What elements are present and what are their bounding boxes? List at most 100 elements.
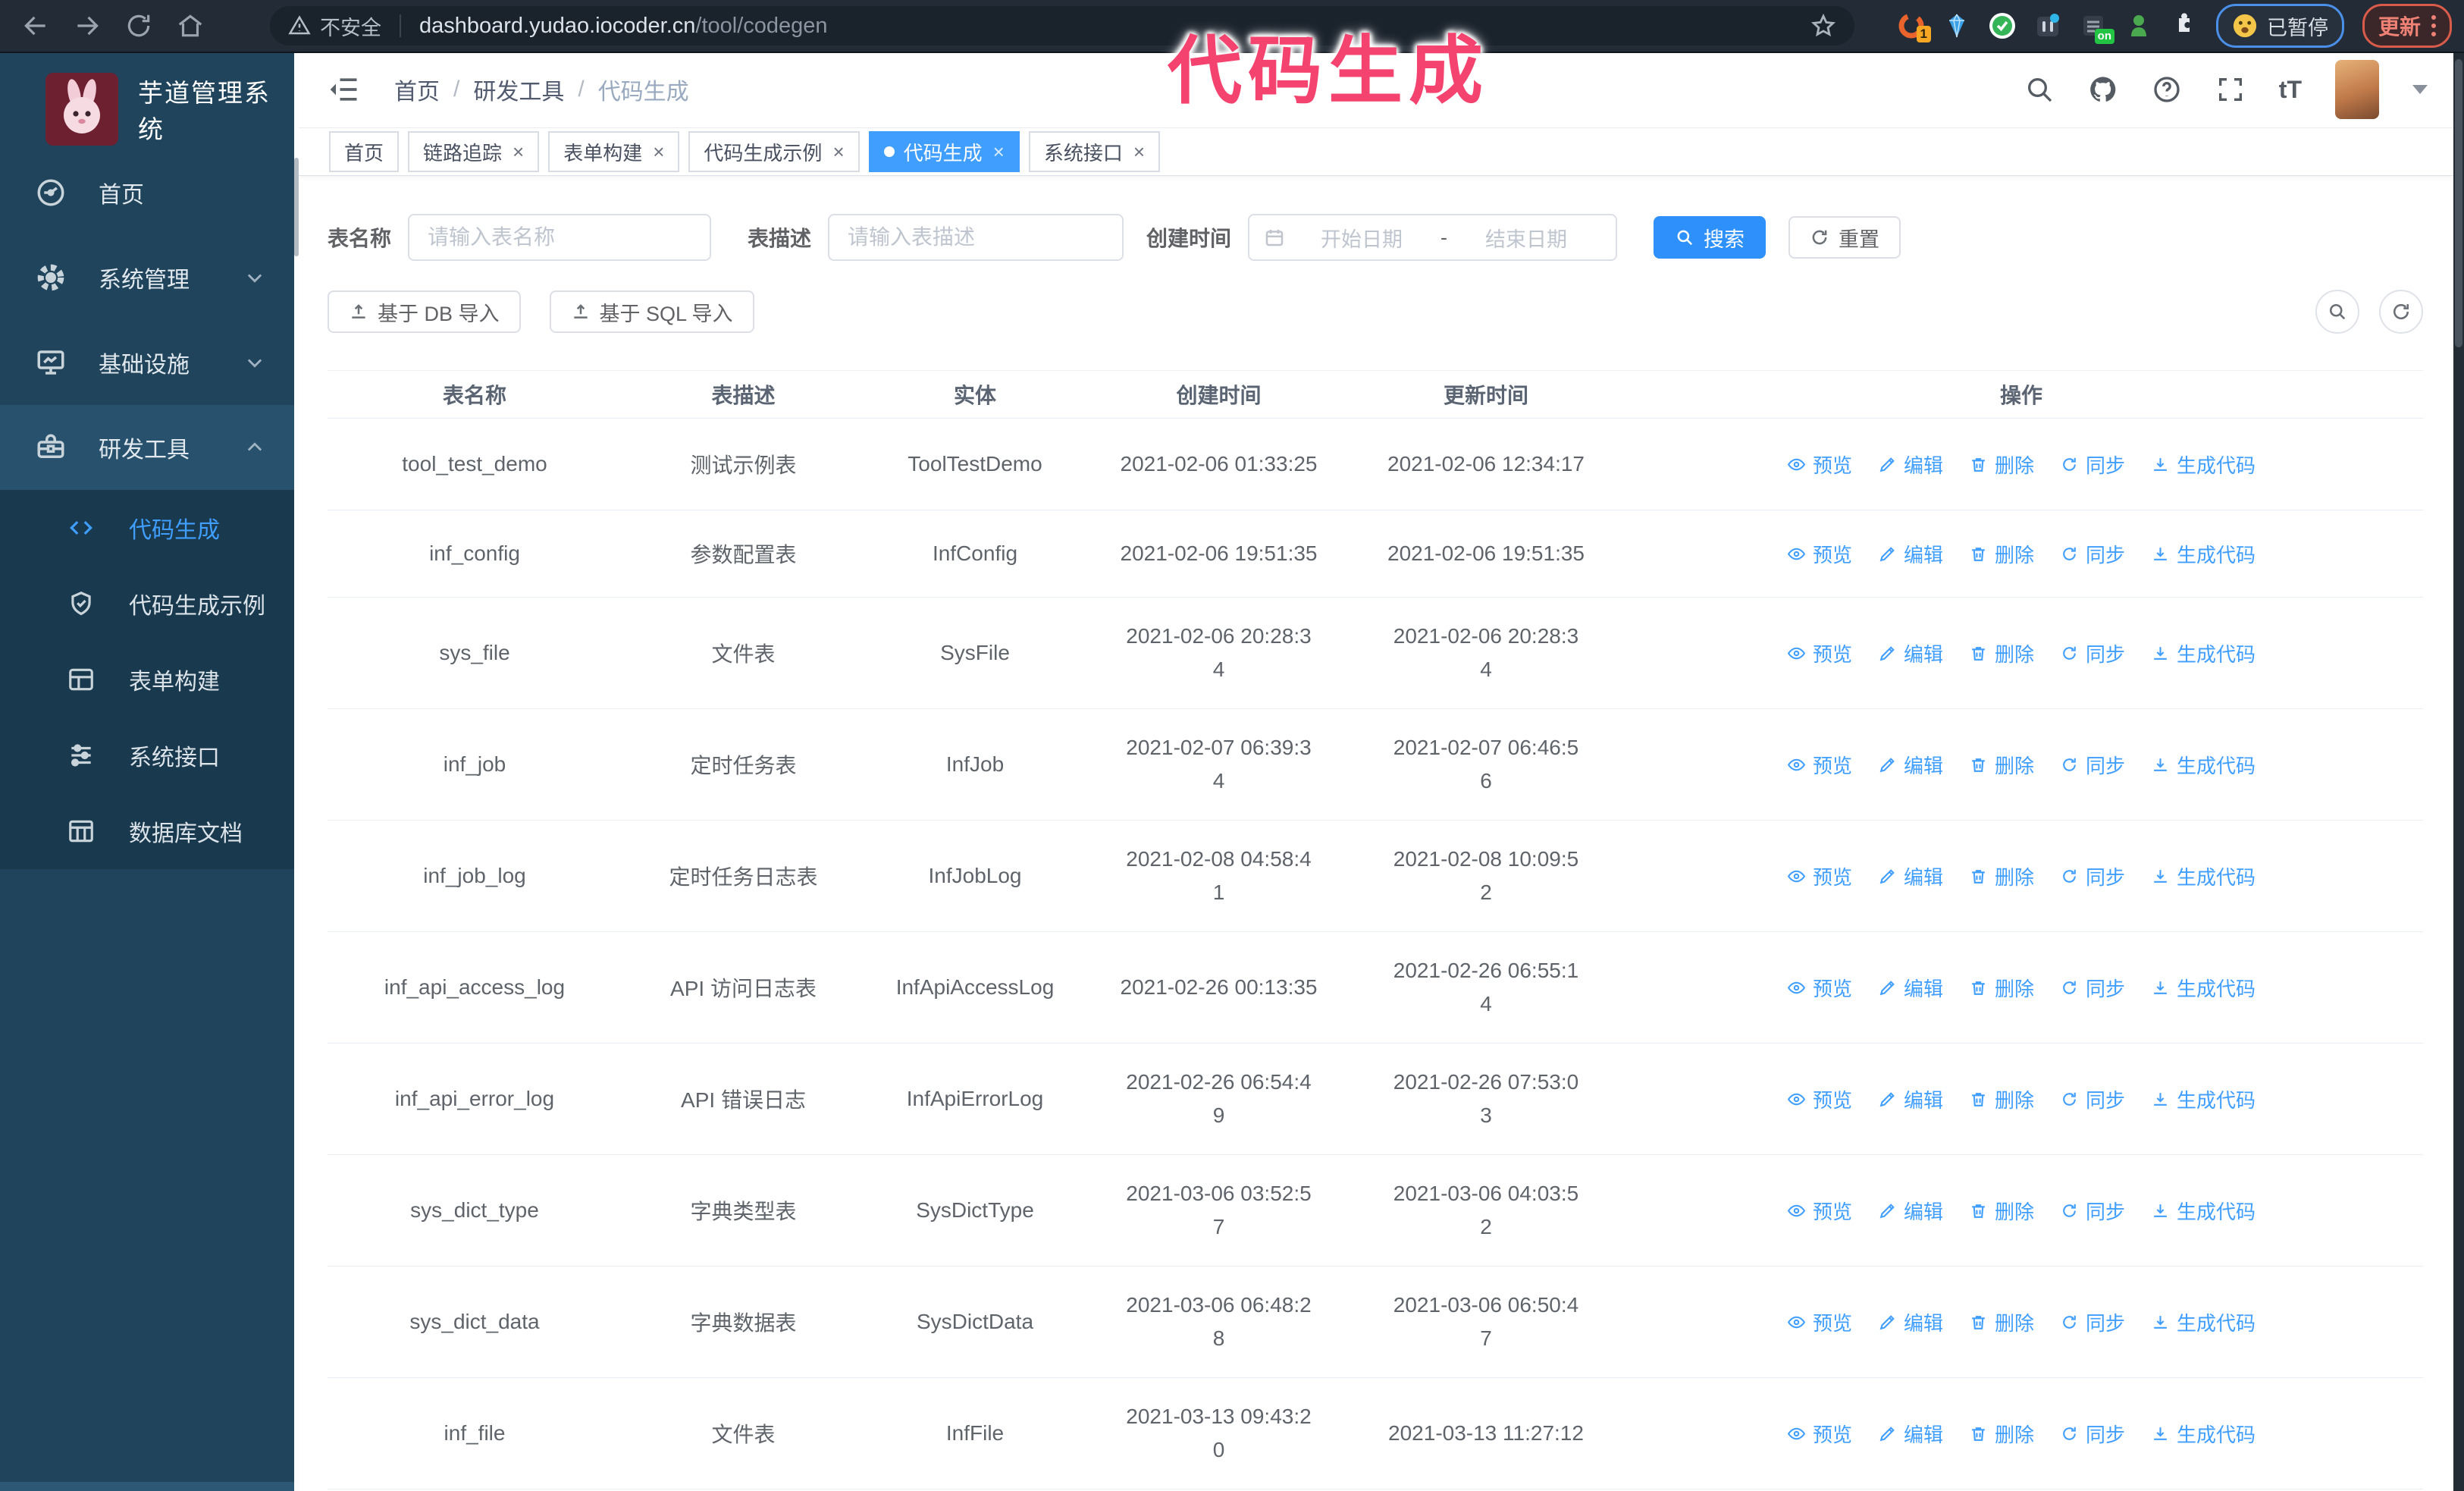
generate-code-action[interactable]: 生成代码 [2151, 639, 2256, 667]
preview-action[interactable]: 预览 [1787, 540, 1852, 568]
edit-action[interactable]: 编辑 [1878, 639, 1943, 667]
sidebar-scroll-thumb[interactable] [294, 158, 299, 256]
close-icon[interactable]: × [513, 140, 524, 164]
generate-code-action[interactable]: 生成代码 [2151, 1308, 2256, 1336]
preview-action[interactable]: 预览 [1787, 862, 1852, 890]
edit-action[interactable]: 编辑 [1878, 974, 1943, 1002]
tab-codegen[interactable]: 代码生成 × [868, 131, 1020, 172]
back-icon[interactable] [21, 11, 50, 40]
delete-action[interactable]: 删除 [1969, 639, 2034, 667]
sidebar-item-system[interactable]: 系统管理 [0, 235, 294, 320]
tab-home[interactable]: 首页× [329, 131, 400, 172]
home-icon[interactable] [176, 11, 205, 40]
extension-orange-icon[interactable]: 1 [1898, 12, 1931, 42]
generate-code-action[interactable]: 生成代码 [2151, 1197, 2256, 1225]
preview-action[interactable]: 预览 [1787, 1308, 1852, 1336]
edit-action[interactable]: 编辑 [1878, 1197, 1943, 1225]
sync-action[interactable]: 同步 [2060, 1308, 2125, 1336]
page-scroll-thumb[interactable] [2455, 59, 2462, 347]
tab-tracing[interactable]: 链路追踪 × [408, 131, 540, 172]
sync-action[interactable]: 同步 [2060, 974, 2125, 1002]
table-desc-input[interactable] [828, 214, 1124, 261]
sync-action[interactable]: 同步 [2060, 1085, 2125, 1113]
extension-sliders-icon[interactable] [2034, 12, 2061, 39]
import-db-button[interactable]: 基于 DB 导入 [328, 290, 521, 333]
delete-action[interactable]: 删除 [1969, 1197, 2034, 1225]
update-button[interactable]: 更新 [2362, 4, 2452, 48]
import-sql-button[interactable]: 基于 SQL 导入 [549, 290, 754, 333]
sidebar-item-system-api[interactable]: 系统接口 [0, 717, 294, 793]
sidebar-item-form-builder[interactable]: 表单构建 [0, 642, 294, 717]
edit-action[interactable]: 编辑 [1878, 1308, 1943, 1336]
paused-extension-badge[interactable]: 已暂停 [2215, 4, 2344, 48]
generate-code-action[interactable]: 生成代码 [2151, 862, 2256, 890]
generate-code-action[interactable]: 生成代码 [2151, 1085, 2256, 1113]
sync-action[interactable]: 同步 [2060, 1420, 2125, 1448]
extension-monkey-icon[interactable] [2125, 12, 2152, 39]
edit-action[interactable]: 编辑 [1878, 1420, 1943, 1448]
edit-action[interactable]: 编辑 [1878, 1085, 1943, 1113]
forward-icon[interactable] [73, 11, 102, 40]
close-icon[interactable]: × [993, 140, 1005, 164]
extension-gem-icon[interactable] [1943, 12, 1970, 39]
sidebar-item-codegen[interactable]: 代码生成 [0, 490, 294, 566]
preview-action[interactable]: 预览 [1787, 1420, 1852, 1448]
edit-action[interactable]: 编辑 [1878, 751, 1943, 779]
sidebar-item-infra[interactable]: 基础设施 [0, 320, 294, 405]
delete-action[interactable]: 删除 [1969, 450, 2034, 479]
table-name-input[interactable] [408, 214, 712, 261]
search-icon[interactable] [2024, 74, 2055, 105]
breadcrumb-devtools[interactable]: 研发工具 [473, 73, 564, 106]
sidebar-item-codegen-example[interactable]: 代码生成示例 [0, 566, 294, 642]
close-icon[interactable]: × [1133, 140, 1145, 164]
generate-code-action[interactable]: 生成代码 [2151, 450, 2256, 479]
date-range-input[interactable]: 开始日期 - 结束日期 [1248, 214, 1618, 261]
sidebar-hscrollbar[interactable] [0, 1482, 294, 1491]
edit-action[interactable]: 编辑 [1878, 540, 1943, 568]
reload-icon[interactable] [124, 11, 153, 40]
sidebar-item-db-doc[interactable]: 数据库文档 [0, 793, 294, 869]
extensions-puzzle-icon[interactable] [2171, 12, 2198, 39]
generate-code-action[interactable]: 生成代码 [2151, 974, 2256, 1002]
github-icon[interactable] [2088, 74, 2118, 105]
sidebar-scrollbar[interactable] [294, 52, 299, 1491]
close-icon[interactable]: × [653, 140, 664, 164]
address-bar[interactable]: 不安全 dashboard.yudao.iocoder.cn/tool/code… [270, 6, 1854, 46]
app-logo[interactable]: 芋道管理系统 [0, 52, 294, 147]
sync-action[interactable]: 同步 [2060, 862, 2125, 890]
font-size-icon[interactable]: tT [2279, 76, 2302, 104]
page-scrollbar[interactable] [2453, 52, 2464, 1491]
preview-action[interactable]: 预览 [1787, 751, 1852, 779]
close-icon[interactable]: × [832, 140, 844, 164]
delete-action[interactable]: 删除 [1969, 974, 2034, 1002]
reset-button[interactable]: 重置 [1788, 216, 1901, 259]
preview-action[interactable]: 预览 [1787, 1197, 1852, 1225]
help-icon[interactable] [2152, 74, 2182, 105]
show-search-toggle-button[interactable] [2315, 290, 2359, 334]
sync-action[interactable]: 同步 [2060, 751, 2125, 779]
delete-action[interactable]: 删除 [1969, 862, 2034, 890]
delete-action[interactable]: 删除 [1969, 751, 2034, 779]
generate-code-action[interactable]: 生成代码 [2151, 751, 2256, 779]
refresh-table-button[interactable] [2379, 290, 2423, 334]
delete-action[interactable]: 删除 [1969, 1308, 2034, 1336]
preview-action[interactable]: 预览 [1787, 639, 1852, 667]
search-button[interactable]: 搜索 [1654, 216, 1766, 259]
delete-action[interactable]: 删除 [1969, 1420, 2034, 1448]
generate-code-action[interactable]: 生成代码 [2151, 1420, 2256, 1448]
extension-on-icon[interactable]: on [2080, 12, 2114, 44]
generate-code-action[interactable]: 生成代码 [2151, 540, 2256, 568]
sync-action[interactable]: 同步 [2060, 639, 2125, 667]
sidebar-item-devtools[interactable]: 研发工具 [0, 405, 294, 490]
avatar[interactable] [2335, 60, 2379, 119]
preview-action[interactable]: 预览 [1787, 450, 1852, 479]
delete-action[interactable]: 删除 [1969, 1085, 2034, 1113]
tab-system-api[interactable]: 系统接口 × [1028, 131, 1161, 172]
avatar-caret-icon[interactable] [2412, 85, 2428, 94]
sidebar-fold-icon[interactable] [328, 73, 361, 106]
delete-action[interactable]: 删除 [1969, 540, 2034, 568]
edit-action[interactable]: 编辑 [1878, 862, 1943, 890]
breadcrumb-home[interactable]: 首页 [394, 73, 440, 106]
preview-action[interactable]: 预览 [1787, 974, 1852, 1002]
sidebar-item-home[interactable]: 首页 [0, 150, 294, 235]
